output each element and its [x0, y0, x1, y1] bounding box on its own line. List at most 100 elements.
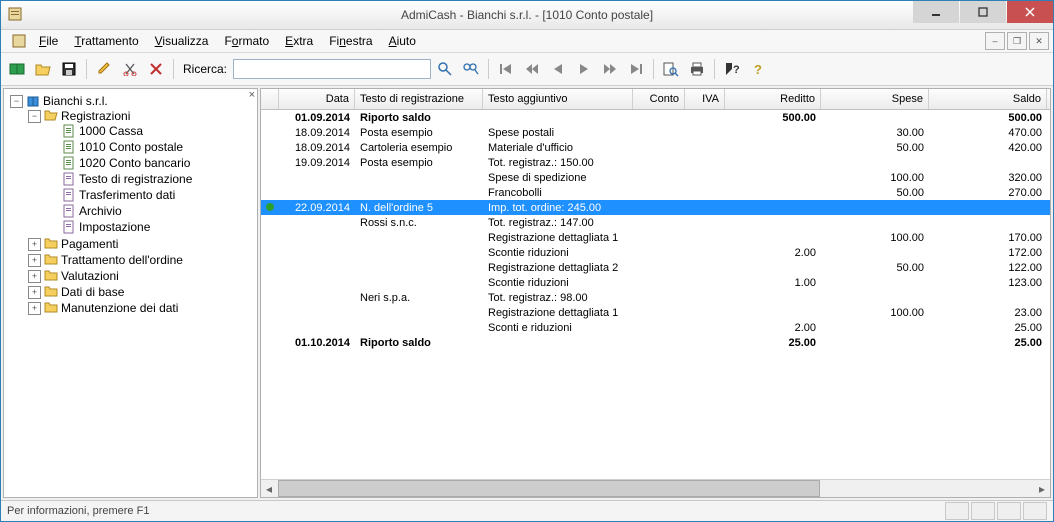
prev-page-icon[interactable]: [520, 57, 544, 81]
table-row[interactable]: 22.09.2014N. dell'ordine 5Imp. tot. ordi…: [261, 200, 1050, 215]
col-agg[interactable]: Testo aggiuntivo: [483, 89, 633, 109]
tree-item[interactable]: Archivio: [46, 204, 255, 218]
svg-text:?: ?: [754, 62, 762, 76]
table-row[interactable]: Registrazione dettagliata 1100.00170.00: [261, 230, 1050, 245]
table-row[interactable]: 01.09.2014Riporto saldo500.00500.00: [261, 110, 1050, 125]
col-marker[interactable]: [261, 89, 279, 109]
expand-icon[interactable]: +: [28, 238, 41, 251]
cut-icon[interactable]: [118, 57, 142, 81]
menu-finestra[interactable]: Finestra: [321, 32, 380, 50]
prev-icon[interactable]: [546, 57, 570, 81]
tree-item[interactable]: 1000 Cassa: [46, 124, 255, 138]
col-conto[interactable]: Conto: [633, 89, 685, 109]
tree-item[interactable]: 1020 Conto bancario: [46, 156, 255, 170]
expand-icon[interactable]: +: [28, 254, 41, 267]
table-row[interactable]: 18.09.2014Cartoleria esempioMateriale d'…: [261, 140, 1050, 155]
window-title: AdmiCash - Bianchi s.r.l. - [1010 Conto …: [401, 8, 653, 22]
tree-item[interactable]: Impostazione: [46, 220, 255, 234]
mdi-restore[interactable]: ❐: [1007, 32, 1027, 50]
book-icon[interactable]: [5, 57, 29, 81]
collapse-icon[interactable]: −: [10, 95, 23, 108]
window-controls: [912, 1, 1053, 23]
close-button[interactable]: [1007, 1, 1053, 23]
col-data[interactable]: Data: [279, 89, 355, 109]
col-reditto[interactable]: Reditto: [725, 89, 821, 109]
tree-close-icon[interactable]: ×: [249, 89, 255, 101]
minimize-button[interactable]: [913, 1, 959, 23]
col-iva[interactable]: IVA: [685, 89, 725, 109]
tree-item[interactable]: 1010 Conto postale: [46, 140, 255, 154]
document-icon: [62, 172, 76, 186]
tree-item-label: Testo di registrazione: [79, 172, 192, 186]
search-input[interactable]: [233, 59, 431, 79]
table-row[interactable]: Registrazione dettagliata 1100.0023.00: [261, 305, 1050, 320]
tree-folder[interactable]: +Dati di base: [28, 285, 255, 299]
search-icon[interactable]: [433, 57, 457, 81]
collapse-icon[interactable]: −: [28, 110, 41, 123]
body: × − Bianchi s.r.l. −: [1, 86, 1053, 500]
folder-open-icon: [44, 109, 58, 123]
print-icon[interactable]: [685, 57, 709, 81]
help-icon[interactable]: ?: [746, 57, 770, 81]
table-row[interactable]: Registrazione dettagliata 250.00122.00: [261, 260, 1050, 275]
table-row[interactable]: Francobolli50.00270.00: [261, 185, 1050, 200]
tree-item-label: Archivio: [79, 204, 122, 218]
col-spese[interactable]: Spese: [821, 89, 929, 109]
menu-formato[interactable]: Formato: [216, 32, 277, 50]
tree-root[interactable]: − Bianchi s.r.l.: [10, 94, 255, 108]
tree-item-label: 1000 Cassa: [79, 124, 143, 138]
tree-folder[interactable]: +Manutenzione dei dati: [28, 301, 255, 315]
tree-folder[interactable]: + Valutazioni: [28, 269, 255, 283]
tree-item-label: Impostazione: [79, 220, 150, 234]
search-all-icon[interactable]: [459, 57, 483, 81]
table-row[interactable]: Neri s.p.a.Tot. registraz.: 98.00: [261, 290, 1050, 305]
horizontal-scrollbar[interactable]: ◂ ▸: [261, 479, 1050, 497]
menu-aiuto[interactable]: Aiuto: [381, 32, 424, 50]
grid-body[interactable]: 01.09.2014Riporto saldo500.00500.0018.09…: [261, 110, 1050, 479]
col-testo[interactable]: Testo di registrazione: [355, 89, 483, 109]
tree-folder-label: Valutazioni: [61, 269, 119, 283]
status-seg: [971, 502, 995, 520]
menu-extra[interactable]: Extra: [277, 32, 321, 50]
menu-trattamento[interactable]: Trattamento: [66, 32, 146, 50]
table-row[interactable]: Rossi s.n.c.Tot. registraz.: 147.00: [261, 215, 1050, 230]
next-icon[interactable]: [572, 57, 596, 81]
tree-registrazioni[interactable]: − Registrazioni: [28, 109, 255, 123]
first-icon[interactable]: [494, 57, 518, 81]
table-row[interactable]: 18.09.2014Posta esempioSpese postali30.0…: [261, 125, 1050, 140]
next-page-icon[interactable]: [598, 57, 622, 81]
tree-folder[interactable]: +Pagamenti: [28, 237, 255, 251]
preview-icon[interactable]: [659, 57, 683, 81]
maximize-button[interactable]: [960, 1, 1006, 23]
save-icon[interactable]: [57, 57, 81, 81]
table-row[interactable]: Sconti e riduzioni2.0025.00: [261, 320, 1050, 335]
tree-item[interactable]: Testo di registrazione: [46, 172, 255, 186]
col-saldo[interactable]: Saldo: [929, 89, 1047, 109]
table-row[interactable]: 19.09.2014Posta esempioTot. registraz.: …: [261, 155, 1050, 170]
menu-visualizza[interactable]: Visualizza: [147, 32, 217, 50]
table-row[interactable]: Scontie riduzioni1.00123.00: [261, 275, 1050, 290]
expand-icon[interactable]: +: [28, 270, 41, 283]
tree-folder[interactable]: + Trattamento dell'ordine: [28, 253, 255, 267]
company-icon: [26, 94, 40, 108]
tree-item-label: Trasferimento dati: [79, 188, 175, 202]
mdi-minimize[interactable]: ‒: [985, 32, 1005, 50]
table-row[interactable]: 01.10.2014Riporto saldo25.0025.00: [261, 335, 1050, 350]
table-row[interactable]: Scontie riduzioni2.00172.00: [261, 245, 1050, 260]
tree-item[interactable]: Trasferimento dati: [46, 188, 255, 202]
mdi-close[interactable]: ✕: [1029, 32, 1049, 50]
menu-file-label: ile: [46, 34, 58, 48]
last-icon[interactable]: [624, 57, 648, 81]
open-icon[interactable]: [31, 57, 55, 81]
table-row[interactable]: Spese di spedizione100.00320.00: [261, 170, 1050, 185]
app-menu-icon[interactable]: [7, 29, 31, 53]
tree-item-label: 1010 Conto postale: [79, 140, 183, 154]
menu-file[interactable]: File: [31, 32, 66, 50]
scroll-thumb[interactable]: [278, 480, 820, 497]
edit-icon[interactable]: [92, 57, 116, 81]
delete-icon[interactable]: [144, 57, 168, 81]
tree-folder-label: Trattamento dell'ordine: [61, 253, 183, 267]
context-help-icon[interactable]: ?: [720, 57, 744, 81]
expand-icon[interactable]: +: [28, 286, 41, 299]
expand-icon[interactable]: +: [28, 302, 41, 315]
